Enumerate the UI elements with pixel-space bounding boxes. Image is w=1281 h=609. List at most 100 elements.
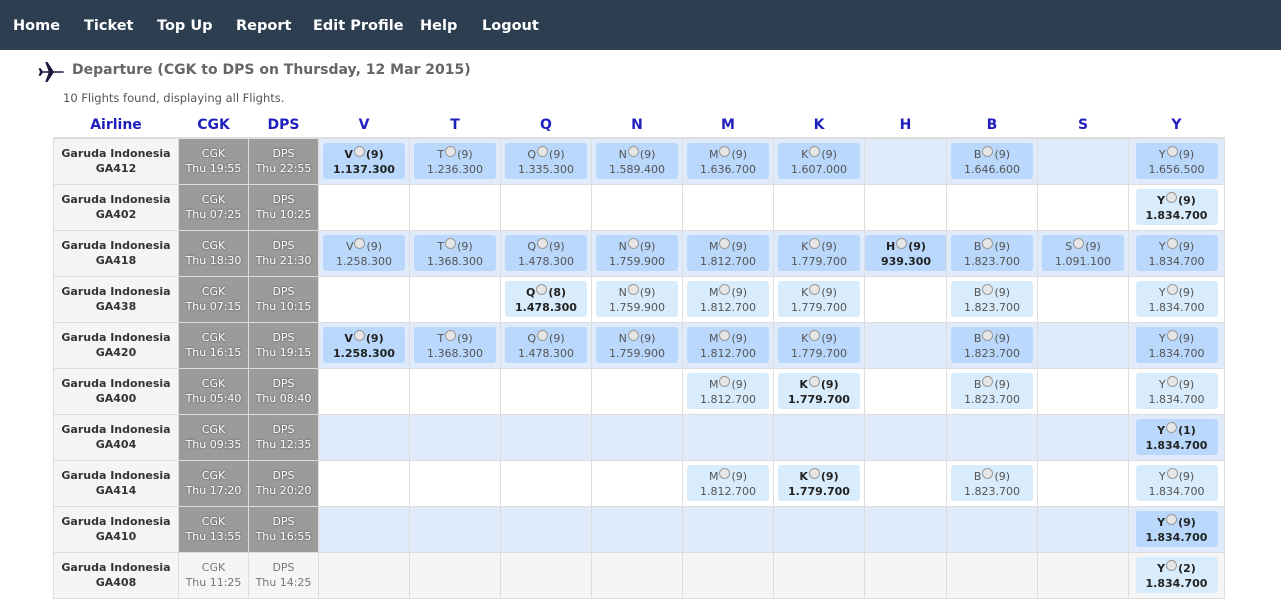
fare-option[interactable]: M (9) 1.812.700 [687,281,769,317]
fare-option[interactable]: Q (9) 1.478.300 [505,235,587,271]
fare-option[interactable]: Q (8) 1.478.300 [505,281,587,317]
fare-radio[interactable] [809,284,821,295]
fare-option[interactable]: Y (9) 1.834.700 [1135,373,1218,409]
fare-radio[interactable] [445,330,457,341]
fare-radio[interactable] [353,146,365,158]
fare-option[interactable]: B (9) 1.823.700 [951,373,1033,409]
fare-radio[interactable] [982,330,994,341]
fare-option[interactable]: M (9) 1.812.700 [687,465,769,501]
fare-radio[interactable] [537,330,549,341]
nav-logout[interactable]: Logout [482,0,539,50]
nav-ticket[interactable]: Ticket [84,0,133,50]
fare-option[interactable]: H (9) 939.300 [865,235,947,271]
fare-radio[interactable] [896,238,908,249]
fare-option[interactable]: Y (1) 1.834.700 [1135,419,1218,455]
fare-radio[interactable] [719,376,731,387]
fare-radio[interactable] [537,238,549,249]
fare-radio[interactable] [809,238,821,249]
fare-option[interactable]: B (9) 1.823.700 [951,281,1033,317]
fare-option[interactable]: Y (9) 1.834.700 [1135,189,1218,225]
fare-option[interactable]: N (9) 1.589.400 [596,143,678,180]
fare-radio[interactable] [809,330,821,341]
fare-option[interactable]: V (9) 1.258.300 [323,327,405,363]
fare-radio[interactable] [982,146,994,158]
fare-radio[interactable] [1166,192,1178,203]
fare-radio[interactable] [719,284,731,295]
fare-option[interactable]: B (9) 1.823.700 [951,327,1033,363]
fare-option[interactable]: M (9) 1.812.700 [687,327,769,363]
fare-option[interactable]: S (9) 1.091.100 [1042,235,1124,271]
fare-option[interactable]: Q (9) 1.335.300 [505,143,587,180]
fare-option[interactable]: K (9) 1.779.700 [778,373,860,409]
fare-option[interactable]: V (9) 1.258.300 [323,235,405,271]
nav-home[interactable]: Home [13,0,60,50]
nav-help[interactable]: Help [420,0,457,50]
fare-cell [682,505,774,553]
fare-radio[interactable] [445,238,457,249]
fare-radio[interactable] [808,376,820,387]
fare-radio[interactable] [719,146,731,158]
fare-radio[interactable] [353,330,365,341]
fare-radio[interactable] [1166,514,1178,525]
fare-option[interactable]: K (9) 1.607.000 [778,143,860,180]
fare-radio[interactable] [537,146,549,158]
fare-radio[interactable] [627,146,639,158]
nav-edit-profile[interactable]: Edit Profile [313,0,404,50]
fare-radio[interactable] [1166,422,1178,433]
fare-radio[interactable] [627,238,639,249]
fare-option[interactable]: K (9) 1.779.700 [778,281,860,317]
fare-radio[interactable] [445,146,457,158]
fare-radio[interactable] [719,238,731,249]
fare-option[interactable]: K (9) 1.779.700 [778,235,860,271]
fare-radio[interactable] [1166,146,1178,158]
fare-option[interactable]: Y (9) 1.834.700 [1135,465,1218,501]
fare-option[interactable]: M (9) 1.812.700 [687,235,769,271]
fare-option[interactable]: Y (9) 1.834.700 [1135,281,1218,317]
fare-radio[interactable] [1166,284,1178,295]
fare-option[interactable]: T (9) 1.368.300 [414,235,496,271]
fare-radio[interactable] [1166,376,1178,387]
fare-radio[interactable] [809,146,821,158]
fare-radio[interactable] [1073,238,1085,249]
fare-option[interactable]: K (9) 1.779.700 [778,465,860,501]
fare-radio[interactable] [982,376,994,387]
fare-option[interactable]: B (9) 1.646.600 [951,143,1033,180]
fare-option[interactable]: Y (9) 1.834.700 [1135,511,1218,547]
fare-option[interactable]: T (9) 1.236.300 [414,143,496,180]
fare-radio[interactable] [1166,238,1178,249]
fare-price: 1.834.700 [1148,347,1205,360]
fare-radio[interactable] [627,330,639,341]
fare-radio[interactable] [1166,330,1178,341]
fare-radio[interactable] [1166,560,1178,571]
fare-radio[interactable] [1166,468,1178,479]
fare-option[interactable]: Y (9) 1.834.700 [1135,235,1218,271]
fare-radio[interactable] [808,468,820,479]
nav-report[interactable]: Report [236,0,291,50]
fare-radio[interactable] [536,284,548,295]
fare-option[interactable]: M (9) 1.636.700 [687,143,769,180]
fare-option[interactable]: Y (9) 1.656.500 [1135,143,1218,180]
flight-row: Garuda Indonesia GA418 CGK Thu 18:30 DPS Thu … [53,229,1225,277]
fare-option[interactable]: M (9) 1.812.700 [687,373,769,409]
fare-option[interactable]: N (9) 1.759.900 [596,281,678,317]
fare-option[interactable]: N (9) 1.759.900 [596,235,678,271]
fare-option[interactable]: N (9) 1.759.900 [596,327,678,363]
fare-option[interactable]: K (9) 1.779.700 [778,327,860,363]
fare-radio[interactable] [354,238,366,249]
fare-class-letter: Y [1158,240,1166,253]
fare-option[interactable]: T (9) 1.368.300 [414,327,496,363]
fare-option[interactable]: V (9) 1.137.300 [323,143,405,180]
departure-time: Thu 07:15 [185,300,242,313]
fare-radio[interactable] [627,284,639,295]
fare-radio[interactable] [982,238,994,249]
fare-radio[interactable] [982,468,994,479]
fare-option[interactable]: B (9) 1.823.700 [951,465,1033,501]
nav-top-up[interactable]: Top Up [157,0,213,50]
fare-radio[interactable] [719,468,731,479]
fare-radio[interactable] [982,284,994,295]
fare-option[interactable]: Y (2) 1.834.700 [1135,557,1218,593]
fare-option[interactable]: Y (9) 1.834.700 [1135,327,1218,363]
fare-radio[interactable] [719,330,731,341]
fare-option[interactable]: B (9) 1.823.700 [951,235,1033,271]
fare-option[interactable]: Q (9) 1.478.300 [505,327,587,363]
